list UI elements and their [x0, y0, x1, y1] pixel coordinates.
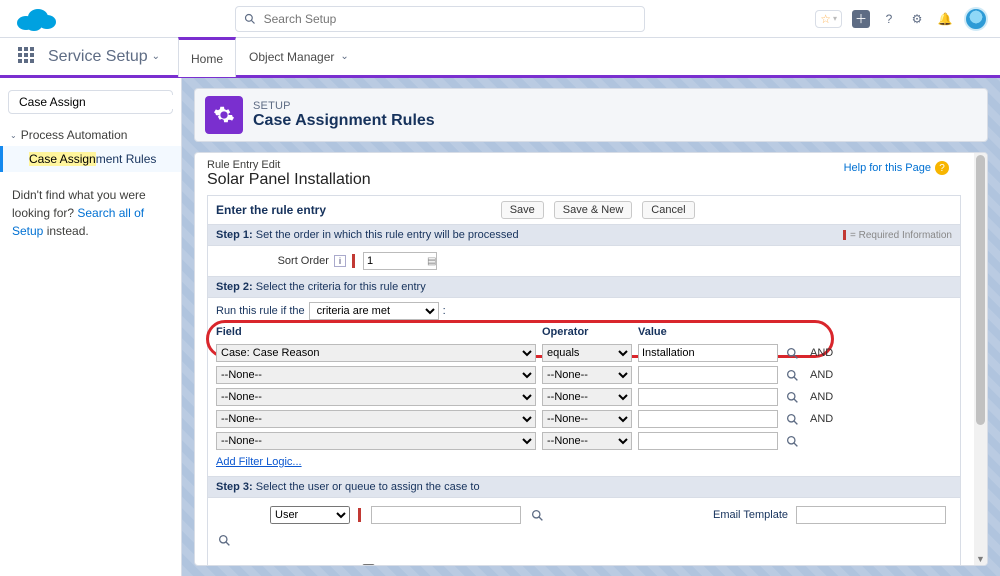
tree-item-case-assignment-rules[interactable]: Case Assignment Rules — [0, 146, 181, 172]
quick-find-no-result: Didn't find what you were looking for? S… — [0, 172, 181, 254]
criteria-and-3: AND — [810, 391, 846, 403]
app-name: Service Setup — [48, 48, 148, 66]
quick-find[interactable] — [8, 90, 173, 114]
criteria-field-2[interactable]: --None-- — [216, 366, 536, 384]
chevron-down-icon: ⌄ — [340, 51, 348, 62]
criteria-value-1[interactable] — [638, 344, 778, 362]
cancel-button[interactable]: Cancel — [642, 201, 694, 219]
page-header: SETUP Case Assignment Rules — [194, 88, 988, 142]
sort-order-label: Sort Order i — [216, 255, 346, 267]
step2-header: Step 2: Select the criteria for this rul… — [207, 277, 961, 298]
criteria-value-2[interactable] — [638, 366, 778, 384]
do-not-reassign-label: Do Not Reassign Owner — [379, 565, 498, 566]
lookup-icon[interactable] — [784, 411, 800, 427]
favorites-button[interactable]: ☆▾ — [815, 10, 842, 28]
step3-header: Step 3: Select the user or queue to assi… — [207, 477, 961, 498]
criteria-field-1[interactable]: Case: Case Reason — [216, 344, 536, 362]
scroll-thumb[interactable] — [976, 155, 985, 425]
lookup-icon[interactable] — [784, 345, 800, 361]
stepper-icon[interactable]: ▤ — [427, 256, 436, 267]
criteria-field-5[interactable]: --None-- — [216, 432, 536, 450]
sort-order-input[interactable] — [363, 252, 437, 270]
save-button[interactable]: Save — [501, 201, 544, 219]
section-enter-rule-entry: Enter the rule entry Save Save & New Can… — [207, 195, 961, 225]
page-header-sub: SETUP — [253, 100, 435, 112]
setup-gear-icon[interactable]: ⚙ — [908, 10, 926, 28]
lookup-icon[interactable] — [784, 389, 800, 405]
detail-panel: Rule Entry Edit Solar Panel Installation… — [194, 152, 988, 566]
criteria-op-3[interactable]: --None-- — [542, 388, 632, 406]
star-icon: ☆ — [820, 12, 831, 26]
required-info-note: = Required Information — [843, 230, 952, 241]
app-menu-caret[interactable]: ⌄ — [152, 51, 160, 62]
assign-row: User Email Template Do Not Reassign Owne… — [207, 498, 961, 565]
scroll-down-icon[interactable]: ▼ — [974, 553, 987, 565]
tab-home[interactable]: Home — [178, 37, 236, 77]
col-value: Value — [638, 326, 778, 340]
criteria-op-2[interactable]: --None-- — [542, 366, 632, 384]
search-icon — [244, 13, 256, 25]
assign-type-select[interactable]: User — [270, 506, 350, 524]
notifications-icon[interactable]: 🔔 — [936, 10, 954, 28]
add-button[interactable]: ＋ — [852, 10, 870, 28]
tab-object-manager[interactable]: Object Manager⌄ — [236, 37, 362, 77]
global-header: ☆▾ ＋ ? ⚙ 🔔 — [0, 0, 1000, 38]
sort-order-row: Sort Order i ▤ — [207, 246, 961, 277]
lookup-icon[interactable] — [216, 532, 232, 548]
do-not-reassign-checkbox[interactable] — [362, 564, 375, 565]
help-link[interactable]: Help for this Page? — [844, 161, 949, 175]
panel-scrollbar[interactable]: ▲ ▼ — [974, 153, 987, 565]
criteria-op-4[interactable]: --None-- — [542, 410, 632, 428]
criteria-area: Run this rule if the criteria are met : … — [207, 298, 961, 477]
lookup-icon[interactable] — [784, 433, 800, 449]
assign-user-input[interactable] — [371, 506, 521, 524]
col-field: Field — [216, 326, 536, 340]
setup-sidebar: ⌄ Process Automation Case Assignment Rul… — [0, 78, 182, 576]
main-content: SETUP Case Assignment Rules Rule Entry E… — [182, 78, 1000, 576]
save-and-new-button[interactable]: Save & New — [554, 201, 633, 219]
setup-gear-icon — [205, 96, 243, 134]
email-template-input[interactable] — [796, 506, 946, 524]
add-filter-logic-link[interactable]: Add Filter Logic... — [216, 456, 302, 468]
global-search[interactable] — [235, 6, 645, 32]
lookup-icon[interactable] — [784, 367, 800, 383]
help-icon: ? — [935, 161, 949, 175]
lookup-icon[interactable] — [529, 507, 545, 523]
email-template-label: Email Template — [713, 509, 788, 521]
salesforce-logo — [14, 5, 58, 33]
page-header-title: Case Assignment Rules — [253, 112, 435, 130]
app-launcher-icon[interactable] — [18, 47, 38, 67]
user-avatar[interactable] — [964, 7, 988, 31]
criteria-field-3[interactable]: --None-- — [216, 388, 536, 406]
criteria-value-3[interactable] — [638, 388, 778, 406]
tree-section-process-automation[interactable]: ⌄ Process Automation — [0, 120, 181, 146]
help-icon[interactable]: ? — [880, 10, 898, 28]
app-nav: Service Setup ⌄ Home Object Manager⌄ — [0, 38, 1000, 78]
quick-find-input[interactable] — [19, 95, 174, 109]
info-icon[interactable]: i — [334, 255, 346, 267]
col-operator: Operator — [542, 326, 632, 340]
chevron-down-icon: ⌄ — [10, 131, 17, 140]
step1-header: Step 1: Set the order in which this rule… — [207, 225, 961, 246]
criteria-and-2: AND — [810, 369, 846, 381]
run-rule-label: Run this rule if the — [216, 305, 305, 317]
criteria-op-5[interactable]: --None-- — [542, 432, 632, 450]
criteria-and-4: AND — [810, 413, 846, 425]
run-rule-select[interactable]: criteria are met — [309, 302, 439, 320]
criteria-grid: Field Operator Value Case: Case Reason e… — [216, 326, 952, 450]
criteria-value-5[interactable] — [638, 432, 778, 450]
criteria-field-4[interactable]: --None-- — [216, 410, 536, 428]
criteria-op-1[interactable]: equals — [542, 344, 632, 362]
required-indicator — [358, 508, 361, 522]
criteria-value-4[interactable] — [638, 410, 778, 428]
required-indicator — [352, 254, 355, 268]
global-search-input[interactable] — [264, 12, 636, 26]
header-actions: ☆▾ ＋ ? ⚙ 🔔 — [815, 7, 992, 31]
criteria-and-1: AND — [810, 347, 846, 359]
